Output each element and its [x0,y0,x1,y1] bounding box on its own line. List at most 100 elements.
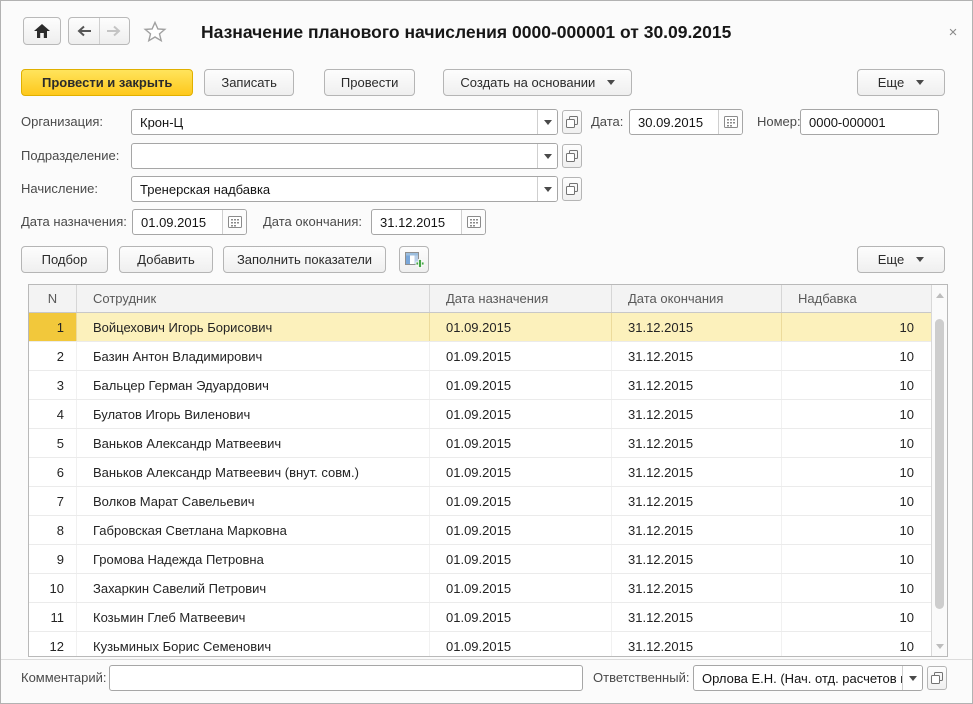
add-button[interactable]: Добавить [119,246,213,273]
cell-n[interactable]: 4 [29,400,77,428]
cell-n[interactable]: 9 [29,545,77,573]
add-column-button[interactable] [399,246,429,273]
cell-n[interactable]: 7 [29,487,77,515]
cell-start[interactable]: 01.09.2015 [430,400,612,428]
write-button[interactable]: Записать [204,69,294,96]
table-row[interactable]: 8Габровская Светлана Марковна01.09.20153… [29,516,947,545]
cell-value[interactable]: 10 [782,603,933,631]
table-row[interactable]: 2Базин Антон Владимирович01.09.201531.12… [29,342,947,371]
cell-end[interactable]: 31.12.2015 [612,574,782,602]
create-based-on-button[interactable]: Создать на основании [443,69,632,96]
cell-value[interactable]: 10 [782,487,933,515]
cell-end[interactable]: 31.12.2015 [612,487,782,515]
pick-button[interactable]: Подбор [21,246,108,273]
cell-value[interactable]: 10 [782,516,933,544]
cell-n[interactable]: 8 [29,516,77,544]
date-calendar-button[interactable] [718,110,742,134]
organization-combo[interactable]: Крон-Ц [131,109,558,135]
more-button-table[interactable]: Еще [857,246,945,273]
responsible-dropdown-button[interactable] [902,666,922,690]
cell-n[interactable]: 5 [29,429,77,457]
fill-indicators-button[interactable]: Заполнить показатели [223,246,386,273]
table-row[interactable]: 1Войцехович Игорь Борисович01.09.201531.… [29,313,947,342]
column-header-end-date[interactable]: Дата окончания [612,285,782,312]
column-header-start-date[interactable]: Дата назначения [430,285,612,312]
cell-value[interactable]: 10 [782,400,933,428]
cell-value[interactable]: 10 [782,545,933,573]
accrual-dropdown-button[interactable] [537,177,557,201]
organization-open-button[interactable] [562,110,582,134]
end-date-calendar-button[interactable] [461,210,485,234]
cell-n[interactable]: 2 [29,342,77,370]
cell-end[interactable]: 31.12.2015 [612,632,782,657]
cell-end[interactable]: 31.12.2015 [612,342,782,370]
organization-dropdown-button[interactable] [537,110,557,134]
column-header-employee[interactable]: Сотрудник [77,285,430,312]
table-row[interactable]: 3Бальцер Герман Эдуардович01.09.201531.1… [29,371,947,400]
department-dropdown-button[interactable] [537,144,557,168]
cell-value[interactable]: 10 [782,458,933,486]
cell-name[interactable]: Бальцер Герман Эдуардович [77,371,430,399]
cell-value[interactable]: 10 [782,574,933,602]
more-button-top[interactable]: Еще [857,69,945,96]
home-button[interactable] [23,17,61,45]
cell-name[interactable]: Ваньков Александр Матвеевич (внут. совм.… [77,458,430,486]
cell-name[interactable]: Базин Антон Владимирович [77,342,430,370]
table-row[interactable]: 6Ваньков Александр Матвеевич (внут. совм… [29,458,947,487]
responsible-open-button[interactable] [927,666,947,690]
responsible-combo[interactable]: Орлова Е.Н. (Нач. отд. расчетов п [693,665,923,691]
accrual-combo[interactable]: Тренерская надбавка [131,176,558,202]
department-combo[interactable] [131,143,558,169]
cell-name[interactable]: Кузьминых Борис Семенович [77,632,430,657]
cell-start[interactable]: 01.09.2015 [430,371,612,399]
table-row[interactable]: 9Громова Надежда Петровна01.09.201531.12… [29,545,947,574]
cell-n[interactable]: 12 [29,632,77,657]
cell-name[interactable]: Захаркин Савелий Петрович [77,574,430,602]
column-header-n[interactable]: N [29,285,77,312]
cell-value[interactable]: 10 [782,313,933,341]
cell-start[interactable]: 01.09.2015 [430,632,612,657]
cell-start[interactable]: 01.09.2015 [430,458,612,486]
table-row[interactable]: 4Булатов Игорь Виленович01.09.201531.12.… [29,400,947,429]
cell-name[interactable]: Ваньков Александр Матвеевич [77,429,430,457]
table-row[interactable]: 10Захаркин Савелий Петрович01.09.201531.… [29,574,947,603]
cell-name[interactable]: Волков Марат Савельевич [77,487,430,515]
cell-start[interactable]: 01.09.2015 [430,516,612,544]
cell-value[interactable]: 10 [782,342,933,370]
cell-start[interactable]: 01.09.2015 [430,574,612,602]
back-button[interactable] [69,18,99,44]
cell-end[interactable]: 31.12.2015 [612,603,782,631]
cell-n[interactable]: 10 [29,574,77,602]
table-row[interactable]: 12Кузьминых Борис Семенович01.09.201531.… [29,632,947,657]
cell-n[interactable]: 3 [29,371,77,399]
cell-n[interactable]: 6 [29,458,77,486]
cell-end[interactable]: 31.12.2015 [612,313,782,341]
cell-name[interactable]: Громова Надежда Петровна [77,545,430,573]
cell-value[interactable]: 10 [782,429,933,457]
cell-end[interactable]: 31.12.2015 [612,429,782,457]
cell-value[interactable]: 10 [782,371,933,399]
number-input[interactable]: 0000-000001 [800,109,939,135]
accrual-open-button[interactable] [562,177,582,201]
table-scrollbar[interactable] [931,285,947,656]
date-input[interactable]: 30.09.2015 [629,109,743,135]
post-and-close-button[interactable]: Провести и закрыть [21,69,193,96]
start-date-calendar-button[interactable] [222,210,246,234]
cell-end[interactable]: 31.12.2015 [612,545,782,573]
scrollbar-thumb[interactable] [935,319,944,609]
cell-value[interactable]: 10 [782,632,933,657]
cell-start[interactable]: 01.09.2015 [430,545,612,573]
cell-end[interactable]: 31.12.2015 [612,516,782,544]
table-row[interactable]: 11Козьмин Глеб Матвеевич01.09.201531.12.… [29,603,947,632]
cell-name[interactable]: Габровская Светлана Марковна [77,516,430,544]
comment-input[interactable] [109,665,583,691]
cell-start[interactable]: 01.09.2015 [430,603,612,631]
close-button[interactable]: × [943,22,963,42]
forward-button[interactable] [99,18,130,44]
cell-n[interactable]: 1 [29,313,77,341]
cell-start[interactable]: 01.09.2015 [430,487,612,515]
scroll-up-button[interactable] [932,287,947,303]
cell-name[interactable]: Козьмин Глеб Матвеевич [77,603,430,631]
table-row[interactable]: 5Ваньков Александр Матвеевич01.09.201531… [29,429,947,458]
cell-end[interactable]: 31.12.2015 [612,400,782,428]
